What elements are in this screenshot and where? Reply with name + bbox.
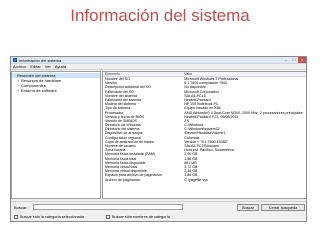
menu-ayuda[interactable]: Ayuda bbox=[55, 64, 66, 69]
search-input[interactable] bbox=[33, 204, 183, 210]
system-info-window: Información del sistema – □ × Archivo Ed… bbox=[10, 56, 307, 222]
row-element: Archivo de paginación bbox=[105, 177, 141, 182]
tree-item-software[interactable]: + Entorno de software bbox=[12, 88, 100, 93]
row-value: C:\pagefile.sys bbox=[184, 177, 208, 182]
checkbox-selected-category[interactable]: Buscar sólo la categoría seleccionada bbox=[14, 215, 84, 219]
tree-item-label: Entorno de software bbox=[21, 88, 57, 93]
column-header-element[interactable]: Elemento bbox=[103, 72, 182, 76]
table-row[interactable]: Archivo de paginación C:\pagefile.sys bbox=[103, 177, 306, 182]
minimize-icon[interactable]: – bbox=[282, 57, 290, 63]
find-button[interactable]: Buscar bbox=[237, 204, 259, 211]
checkbox-icon[interactable] bbox=[106, 215, 110, 219]
column-header-value[interactable]: Valor bbox=[182, 72, 306, 76]
details-table: Elemento Valor Nombre del SO Microsoft Wi… bbox=[102, 71, 306, 199]
content-area: Resumen del sistema + Recursos de hardwa… bbox=[11, 71, 306, 199]
close-icon[interactable]: × bbox=[298, 57, 306, 63]
menu-archivo[interactable]: Archivo bbox=[13, 64, 26, 69]
title-bar: Información del sistema – □ × bbox=[11, 57, 306, 64]
menu-editar[interactable]: Editar bbox=[30, 64, 40, 69]
checkbox-icon[interactable] bbox=[14, 215, 18, 219]
maximize-icon[interactable]: □ bbox=[290, 57, 298, 63]
app-icon bbox=[13, 58, 17, 62]
checkbox-label: Buscar sólo la categoría seleccionada bbox=[20, 215, 84, 219]
checkbox-label: Buscar sólo nombres de categoría bbox=[112, 215, 170, 219]
find-bar: Buscar: Buscar Cerrar búsqueda Buscar só… bbox=[11, 201, 306, 221]
menu-ver[interactable]: Ver bbox=[45, 64, 51, 69]
slide-title: Información del sistema bbox=[70, 6, 250, 25]
menu-bar: Archivo Editar Ver Ayuda bbox=[11, 64, 306, 70]
close-find-button[interactable]: Cerrar búsqueda bbox=[261, 204, 305, 211]
find-label: Buscar: bbox=[14, 205, 28, 210]
window-controls: – □ × bbox=[282, 57, 306, 63]
window-title: Información del sistema bbox=[19, 57, 62, 63]
table-body: Nombre del SO Microsoft Windows 7 Profess… bbox=[103, 77, 306, 182]
checkbox-category-names[interactable]: Buscar sólo nombres de categoría bbox=[106, 215, 170, 219]
category-tree: Resumen del sistema + Recursos de hardwa… bbox=[11, 71, 101, 199]
